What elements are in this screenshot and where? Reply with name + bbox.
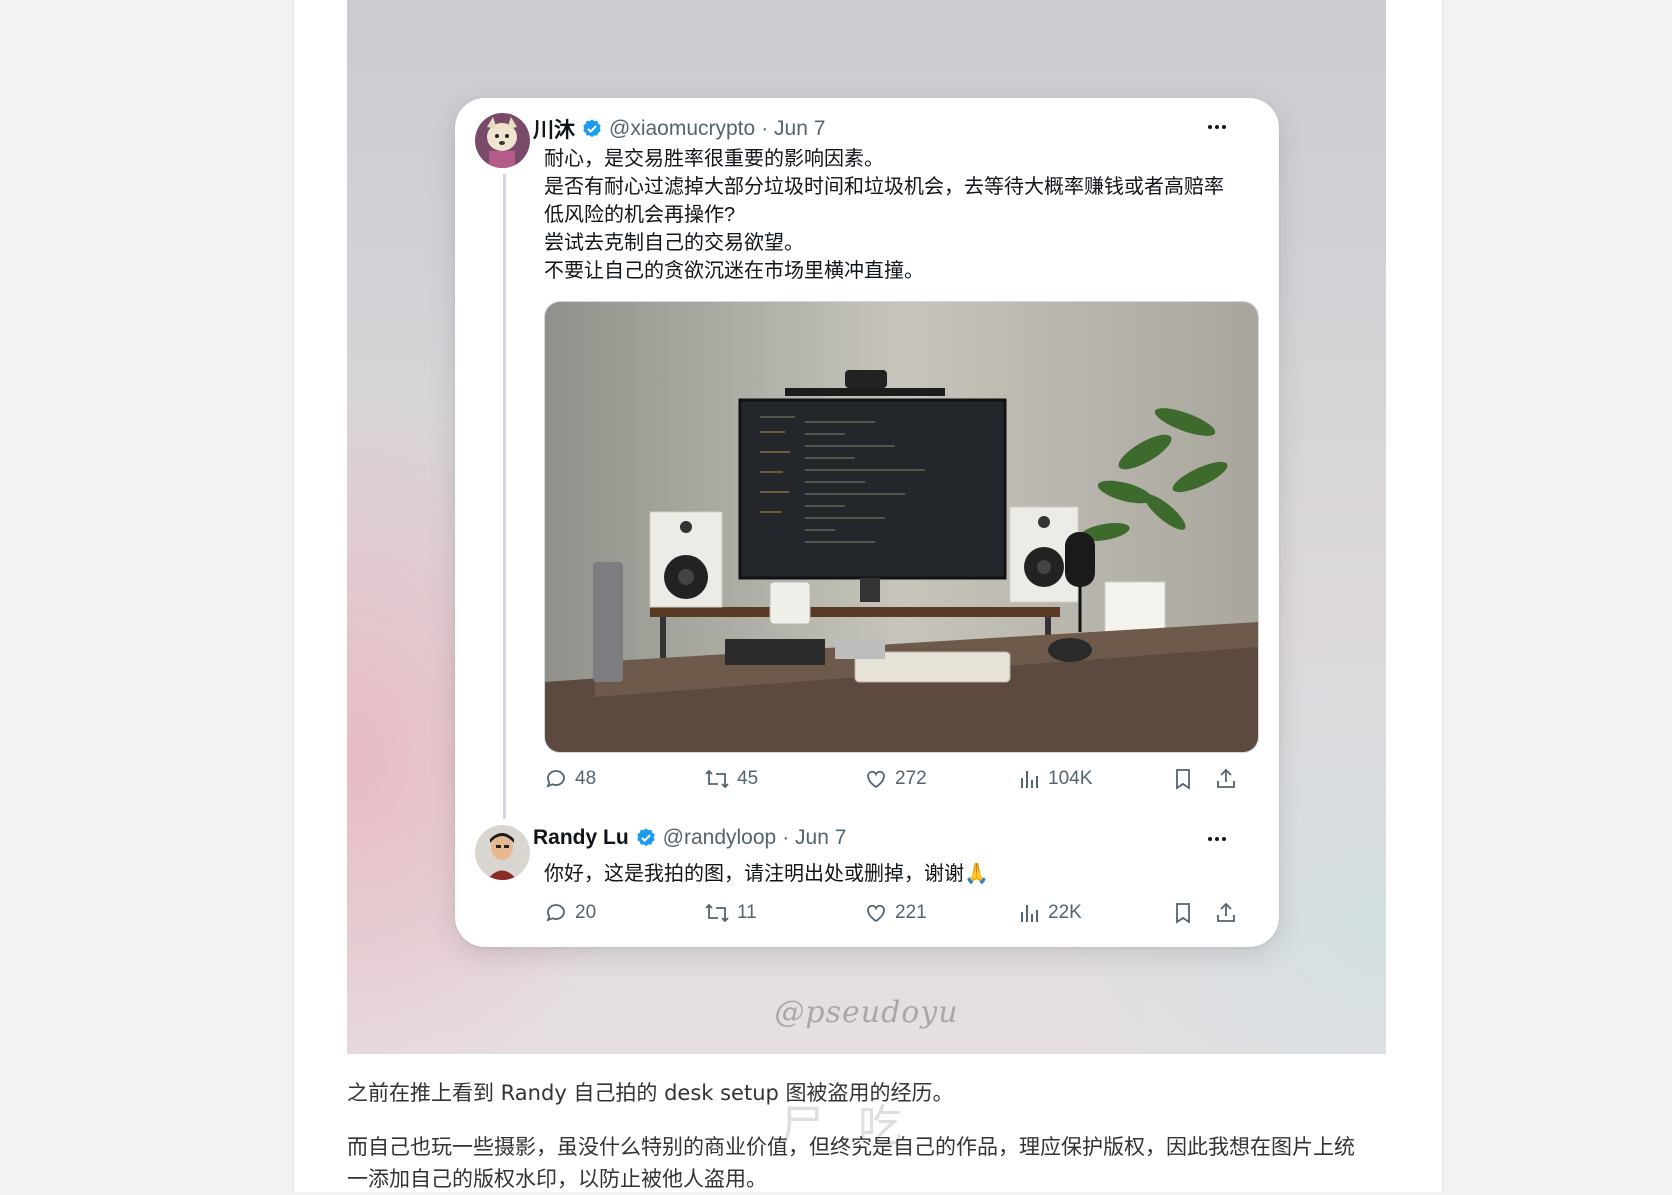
share-button[interactable] <box>1214 767 1238 791</box>
views-button[interactable]: 104K <box>1019 767 1092 791</box>
verified-badge-icon <box>581 118 603 140</box>
bookmark-button[interactable] <box>1172 901 1194 925</box>
like-button[interactable]: 272 <box>864 767 927 791</box>
tweet-line: 低风险的机会再操作? <box>544 204 736 226</box>
views-count: 104K <box>1048 768 1093 789</box>
tweet-line: 不要让自己的贪欲沉迷在市场里横冲直撞。 <box>544 260 924 282</box>
article-paragraph-line: 一添加自己的版权水印，以防止被他人盗用。 <box>347 1167 767 1191</box>
tweet-line: 是否有耐心过滤掉大部分垃圾时间和垃圾机会，去等待大概率赚钱或者高赔率 <box>544 176 1224 198</box>
share-button[interactable] <box>1214 901 1238 925</box>
verified-badge-icon <box>635 827 657 849</box>
repost-count: 45 <box>737 768 759 789</box>
author-handle[interactable]: @xiaomucrypto <box>609 117 755 141</box>
like-count: 221 <box>895 902 927 923</box>
share-icon <box>1217 902 1235 922</box>
like-count: 272 <box>895 768 927 789</box>
reply-author-row: Randy Lu @randyloop · Jun 7 <box>533 826 846 850</box>
tweet-actions: 48 45 272 104K <box>544 767 1264 797</box>
tweet-author-row: 川沐 @xiaomucrypto · Jun 7 <box>533 114 825 144</box>
views-count: 22K <box>1048 902 1082 923</box>
reply-count: 48 <box>575 768 597 789</box>
like-button[interactable]: 221 <box>864 901 927 925</box>
hero-watermark: @pseudoyu <box>774 995 959 1030</box>
reply-author-handle[interactable]: @randyloop <box>663 826 777 850</box>
bookmark-icon <box>1176 769 1190 790</box>
repost-button[interactable]: 11 <box>704 901 757 925</box>
like-icon <box>867 904 885 923</box>
reply-text: 你好，这是我拍的图，请注明出处或删掉，谢谢🙏 <box>544 863 989 885</box>
repost-icon <box>705 903 729 923</box>
tweet-text: 耐心，是交易胜率很重要的影响因素。 是否有耐心过滤掉大部分垃圾时间和垃圾机会，去… <box>544 145 1264 285</box>
bookmark-button[interactable] <box>1172 767 1194 791</box>
reply-icon <box>546 770 565 788</box>
thread-connector <box>503 174 506 819</box>
bookmark-icon <box>1176 903 1190 924</box>
reply-date[interactable]: · Jun 7 <box>782 826 846 850</box>
article-paragraph-line: 而自己也玩一些摄影，虽没什么特别的商业价值，但终究是自己的作品，理应保护版权，因… <box>347 1135 1355 1159</box>
tweet-date[interactable]: · Jun 7 <box>761 117 825 141</box>
author-name[interactable]: 川沐 <box>533 114 575 144</box>
more-icon[interactable] <box>1208 125 1226 129</box>
reply-author-name[interactable]: Randy Lu <box>533 826 629 850</box>
reply-button[interactable]: 48 <box>544 767 596 791</box>
views-icon <box>1021 771 1038 788</box>
like-icon <box>867 770 885 789</box>
share-icon <box>1217 768 1235 788</box>
reply-count: 20 <box>575 902 597 923</box>
views-icon <box>1021 905 1038 922</box>
reply-avatar[interactable] <box>475 825 530 880</box>
repost-icon <box>705 769 729 789</box>
tweet-photo[interactable] <box>544 301 1259 753</box>
more-icon[interactable] <box>1208 837 1226 841</box>
reply-button[interactable]: 20 <box>544 901 596 925</box>
avatar[interactable] <box>475 113 530 168</box>
views-button[interactable]: 22K <box>1019 901 1082 925</box>
tweet-line: 尝试去克制自己的交易欲望。 <box>544 232 804 254</box>
reply-icon <box>546 904 565 922</box>
repost-button[interactable]: 45 <box>704 767 758 791</box>
tweet-line: 耐心，是交易胜率很重要的影响因素。 <box>544 148 884 170</box>
repost-count: 11 <box>737 902 757 923</box>
reply-actions: 20 11 221 22K <box>544 901 1264 931</box>
